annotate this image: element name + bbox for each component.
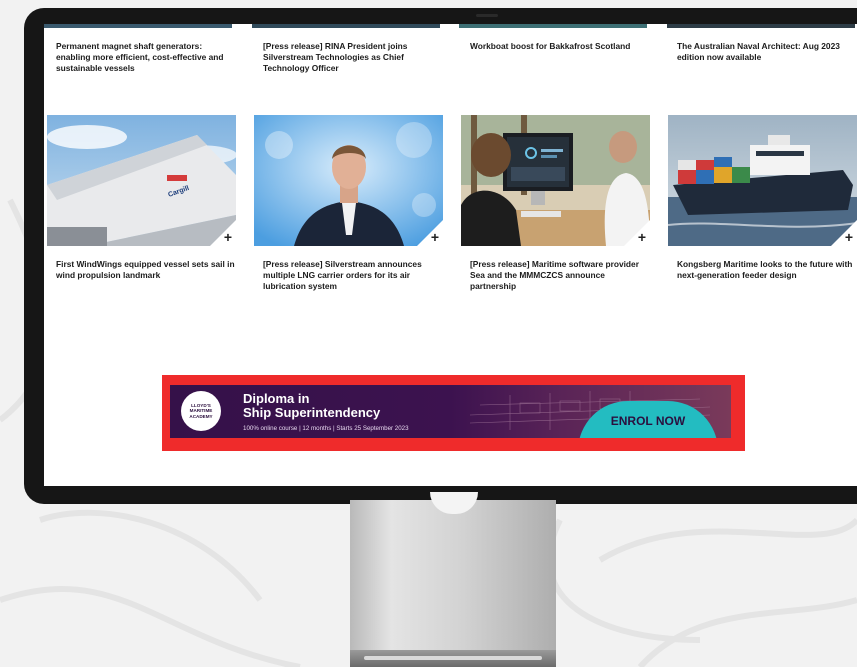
stand-cutout	[430, 492, 478, 514]
article-title-link[interactable]: [Press release] RINA President joins Sil…	[263, 41, 443, 74]
banner-headline-line2: Ship Superintendency	[243, 405, 381, 420]
article-title-link[interactable]: The Australian Naval Architect: Aug 2023…	[677, 41, 857, 63]
executive-portrait-thumbnail[interactable]: +	[254, 115, 443, 246]
banner-subline: 100% online course | 12 months | Starts …	[243, 425, 409, 432]
container-ship-thumbnail[interactable]: +	[668, 115, 857, 246]
expand-plus-icon[interactable]: +	[845, 230, 853, 244]
article-title-link[interactable]: Kongsberg Maritime looks to the future w…	[677, 259, 857, 281]
expand-plus-icon[interactable]: +	[638, 230, 646, 244]
stand-base-slot	[364, 656, 542, 660]
article-thumb-strip[interactable]	[667, 24, 855, 28]
diploma-ad-banner[interactable]: LLOYD'S MARITIME ACADEMY Diploma in Ship…	[170, 385, 731, 438]
office-computer-thumbnail[interactable]: +	[461, 115, 650, 246]
web-page-screen: Permanent magnet shaft generators: enabl…	[44, 24, 857, 486]
banner-headline-line1: Diploma in	[243, 391, 310, 406]
banner-highlight-box: LLOYD'S MARITIME ACADEMY Diploma in Ship…	[162, 375, 745, 451]
article-title-link[interactable]: Permanent magnet shaft generators: enabl…	[56, 41, 236, 74]
expand-plus-icon[interactable]: +	[224, 230, 232, 244]
monitor-stand-base	[350, 650, 556, 667]
article-thumb-strip[interactable]	[459, 24, 647, 28]
article-title-link[interactable]: First WindWings equipped vessel sets sai…	[56, 259, 236, 281]
article-title-link[interactable]: Workboat boost for Bakkafrost Scotland	[470, 41, 650, 52]
camera-notch	[476, 14, 498, 17]
article-title-link[interactable]: [Press release] Maritime software provid…	[470, 259, 650, 292]
logo-text: LLOYD'S MARITIME ACADEMY	[189, 402, 213, 419]
article-thumb-strip[interactable]	[44, 24, 232, 28]
lloyds-maritime-academy-logo: LLOYD'S MARITIME ACADEMY	[181, 391, 221, 431]
wingsail-ship-thumbnail[interactable]: Cargill +	[47, 115, 236, 246]
article-title-link[interactable]: [Press release] Silverstream announces m…	[263, 259, 443, 292]
expand-plus-icon[interactable]: +	[431, 230, 439, 244]
article-thumb-strip[interactable]	[252, 24, 440, 28]
monitor-stand	[350, 492, 556, 650]
